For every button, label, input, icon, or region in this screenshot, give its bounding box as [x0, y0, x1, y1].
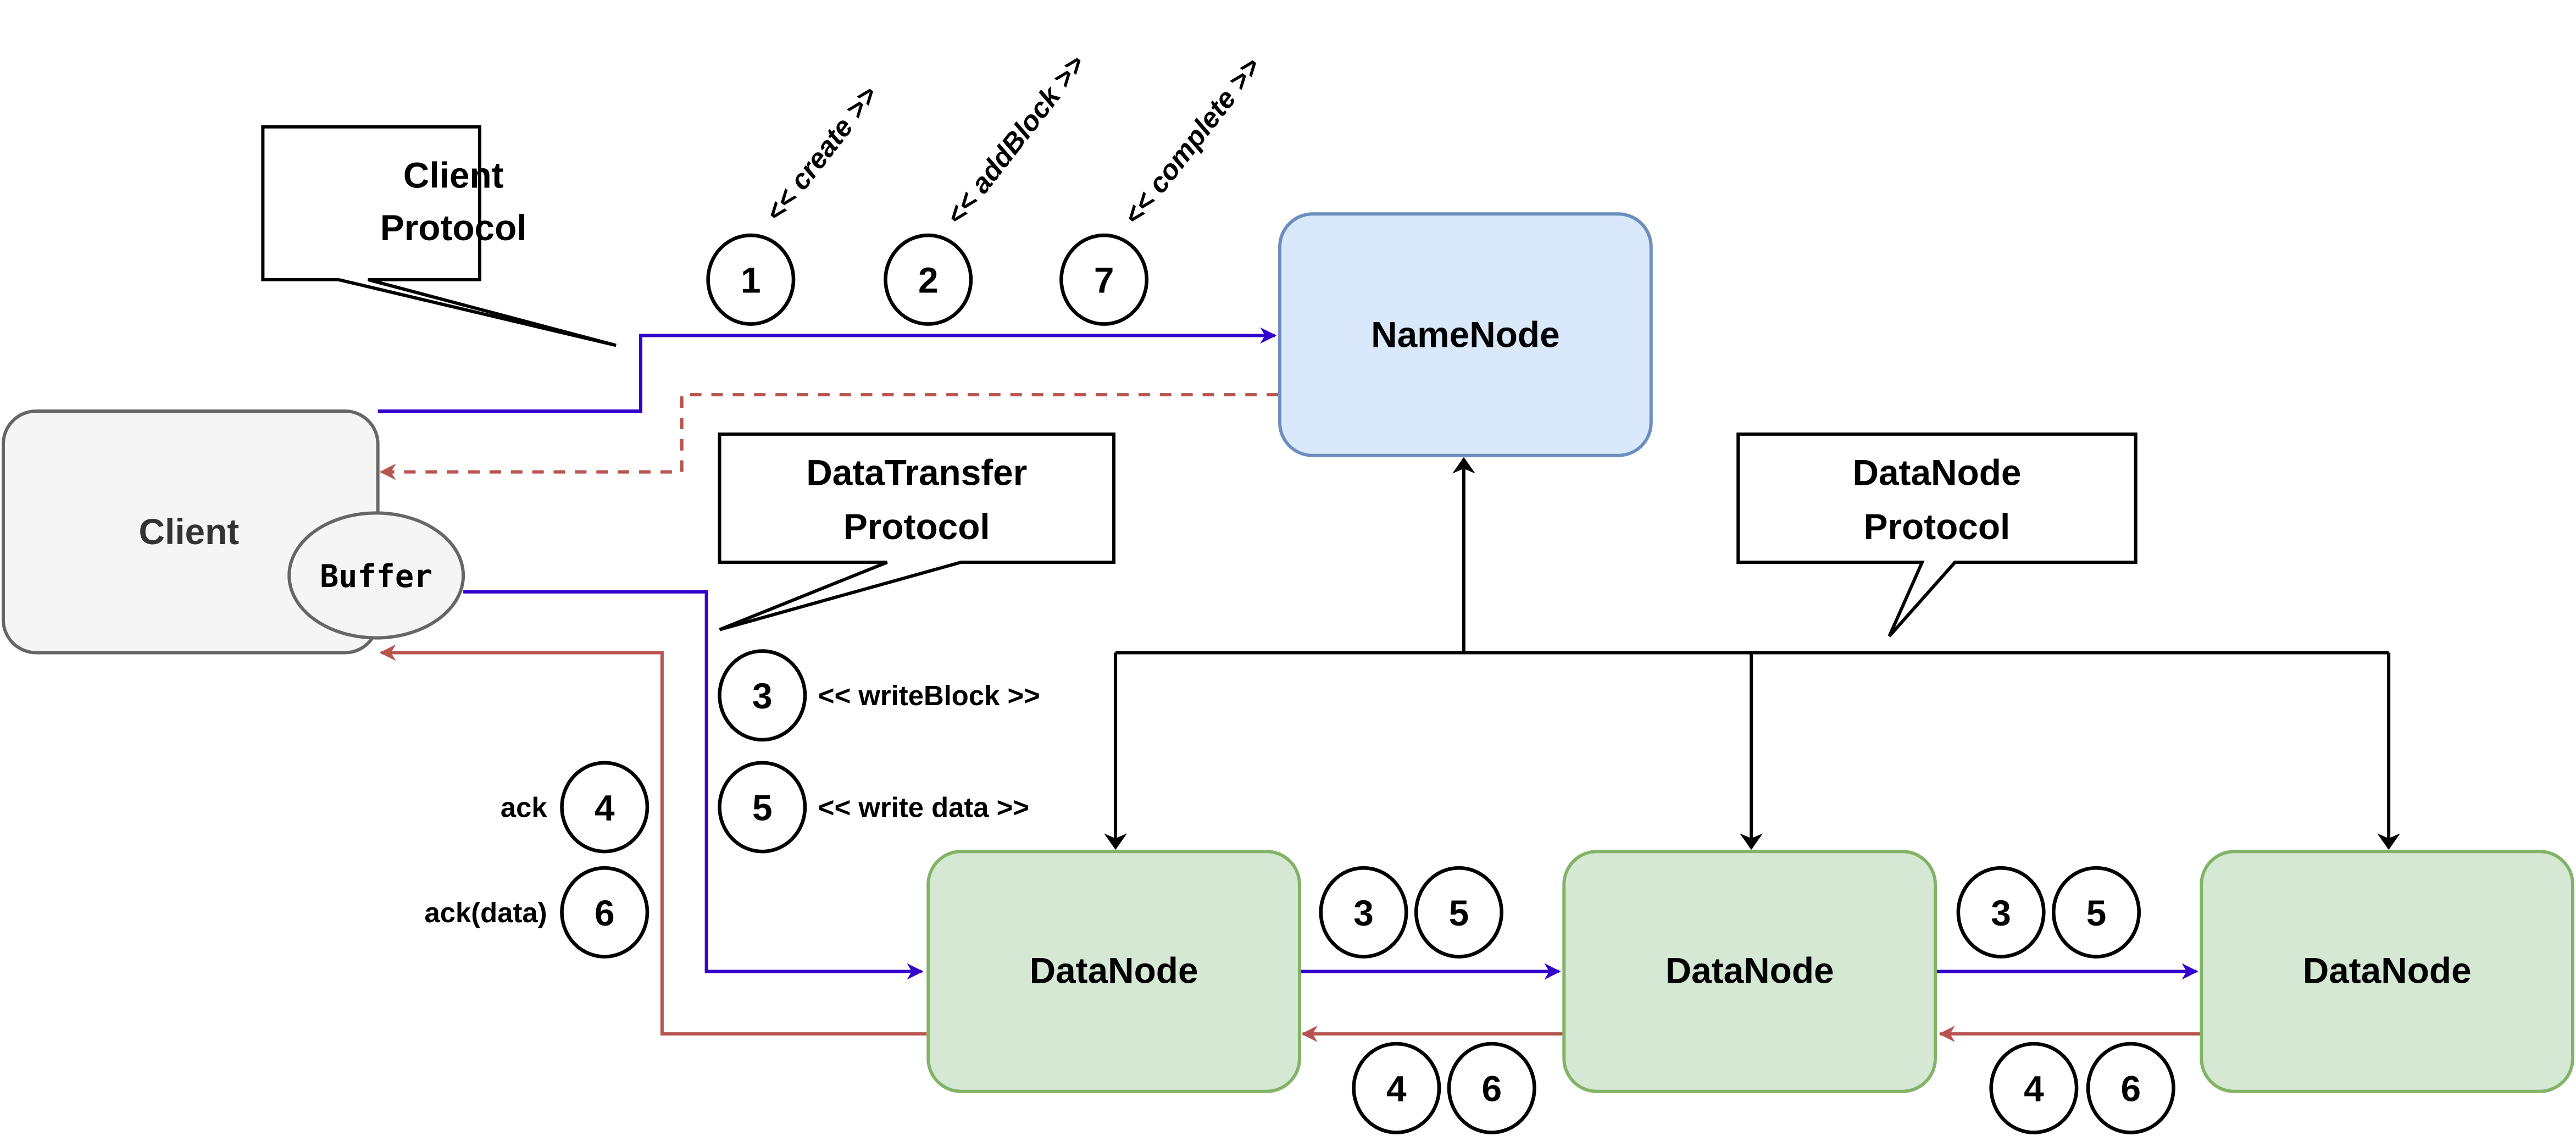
namenode[interactable]: NameNode — [1278, 212, 1653, 457]
step-number: 6 — [2120, 1068, 2141, 1109]
callout-text: Protocol — [380, 207, 527, 248]
callout-text: DataTransfer — [806, 452, 1027, 493]
client-protocol-callout: Client Protocol — [261, 125, 617, 347]
step-number: 3 — [1353, 893, 1374, 933]
datatransfer-protocol-callout: DataTransfer Protocol — [718, 432, 1116, 632]
buffer-label: Buffer — [320, 558, 432, 595]
step-label: << write data >> — [818, 791, 1029, 823]
datanode-2[interactable]: DataNode — [1562, 850, 1937, 1093]
namenode-label: NameNode — [1371, 314, 1560, 355]
callout-text: Client — [403, 154, 504, 195]
step-label: << writeBlock >> — [818, 680, 1040, 711]
step-number: 5 — [1449, 893, 1469, 933]
step-number: 5 — [2086, 893, 2107, 933]
step-number: 6 — [595, 893, 615, 933]
client-label: Client — [138, 511, 239, 552]
step-label: ack(data) — [424, 897, 547, 928]
hdfs-write-diagram: Client Protocol DataTransfer Protocol Da… — [1, 49, 2575, 1134]
step-number: 5 — [752, 787, 773, 828]
step-number: 6 — [1481, 1068, 1502, 1109]
step-number: 3 — [752, 675, 773, 716]
datanode-protocol-callout: DataNode Protocol — [1736, 432, 2138, 638]
callout-text: Protocol — [1864, 506, 2011, 547]
step-number: 4 — [2024, 1068, 2044, 1109]
step-number: 4 — [595, 787, 615, 828]
datanode-3[interactable]: DataNode — [2200, 850, 2575, 1093]
callout-text: Protocol — [843, 506, 990, 547]
step-label: << create >> — [759, 80, 884, 228]
client-to-namenode-arrow — [377, 327, 1277, 413]
step-label: << addBlock >> — [940, 49, 1091, 231]
client-node[interactable]: Client Buffer — [1, 409, 465, 655]
step-number: 7 — [1094, 260, 1114, 301]
step-number: 3 — [1991, 893, 2011, 933]
datanode-1[interactable]: DataNode — [926, 850, 1301, 1093]
callout-text: DataNode — [1852, 452, 2021, 493]
datanode-label: DataNode — [1665, 950, 1834, 990]
step-number: 1 — [741, 260, 761, 301]
step-number: 2 — [918, 260, 939, 301]
step-number: 4 — [1386, 1068, 1407, 1109]
datanode-label: DataNode — [1030, 950, 1198, 990]
step-label: << complete >> — [1117, 51, 1267, 231]
datanode-label: DataNode — [2303, 950, 2472, 990]
step-label: ack — [501, 791, 548, 823]
